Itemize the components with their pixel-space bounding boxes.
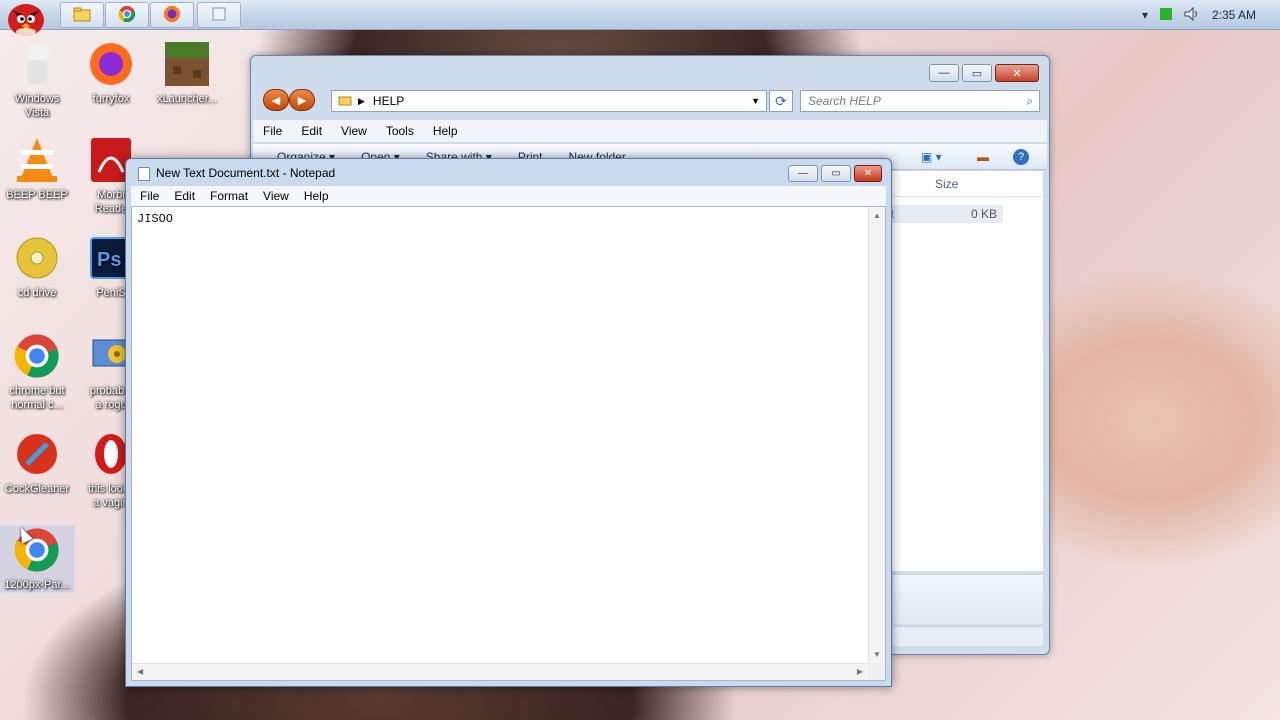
folder-icon (73, 6, 91, 25)
scroll-left-icon[interactable]: ◀ (137, 667, 143, 676)
menu-edit[interactable]: Edit (165, 189, 201, 203)
maximize-button[interactable]: ▭ (962, 64, 992, 82)
vlc-icon (13, 136, 61, 184)
folder-icon (338, 94, 352, 109)
scroll-down-icon[interactable]: ▼ (873, 650, 881, 659)
column-header-size[interactable]: Size (891, 171, 1043, 197)
chevron-right-icon[interactable]: ▶ (358, 96, 365, 107)
icon-label: Vista (24, 107, 50, 119)
help-icon[interactable]: ? (1013, 148, 1029, 165)
refresh-button[interactable]: ⟳ (769, 90, 793, 112)
icon-label: normal c... (11, 399, 63, 411)
firefox-taskbar-button[interactable] (150, 2, 194, 28)
file-size: 0 KB (970, 207, 997, 221)
system-tray: ▾ 2:35 AM (1136, 0, 1280, 30)
scroll-up-icon[interactable]: ▲ (873, 211, 881, 220)
menu-edit[interactable]: Edit (291, 124, 331, 138)
window-title: New Text Document.txt - Notepad (156, 166, 336, 180)
search-placeholder: Search HELP (808, 94, 881, 108)
icon-label: furryfox (92, 93, 130, 105)
explorer-taskbar-button[interactable] (60, 2, 104, 28)
icon-label: chrome but (9, 385, 65, 397)
search-icon: ⌕ (1026, 93, 1033, 108)
minimize-button[interactable]: — (929, 64, 959, 82)
minecraft-icon (163, 40, 211, 88)
notepad-window[interactable]: New Text Document.txt - Notepad — ▭ ✕ Fi… (125, 158, 892, 687)
svg-text:Ps: Ps (97, 249, 121, 271)
icon-label: BEEP BEEP (6, 189, 68, 201)
menu-file[interactable]: File (131, 189, 165, 203)
firefox-icon (163, 5, 181, 26)
desktop-icon-beep-beep[interactable]: BEEP BEEP (0, 136, 74, 202)
scrollbar-corner (868, 663, 885, 680)
minimize-button[interactable]: — (788, 165, 818, 182)
desktop-icon-chrome-but-normal[interactable]: chrome but normal c... (0, 332, 74, 412)
forward-button[interactable]: ▶ (289, 89, 315, 111)
document-text[interactable]: JISOO (137, 212, 173, 226)
scroll-right-icon[interactable]: ▶ (857, 667, 863, 676)
file-list: Size t 0 KB (891, 171, 1043, 571)
file-row[interactable]: t 0 KB (891, 205, 1003, 223)
ccleaner-icon (13, 430, 61, 478)
chrome-icon (118, 5, 136, 26)
clock[interactable]: 2:35 AM (1212, 8, 1256, 22)
desktop-icon-furryfox[interactable]: furryfox (74, 40, 148, 106)
close-button[interactable]: ✕ (995, 64, 1039, 82)
view-options-icon[interactable]: ▣ ▾ (921, 150, 942, 164)
start-button[interactable] (2, 0, 48, 38)
icon-label: Windows (14, 93, 60, 105)
chrome-taskbar-button[interactable] (105, 2, 149, 28)
desktop-icon-1200px-par[interactable]: 1200px-Par... (0, 525, 75, 593)
details-pane (893, 574, 1043, 624)
window-controls: — ▭ ✕ (926, 64, 1039, 82)
close-button[interactable]: ✕ (854, 165, 882, 182)
desktop-icon-cockgleaner[interactable]: CockGleaner (0, 430, 74, 496)
menu-tools[interactable]: Tools (376, 124, 423, 138)
horizontal-scrollbar[interactable]: ◀ ▶ (132, 663, 868, 680)
network-icon[interactable] (1159, 7, 1172, 23)
address-bar[interactable]: ▶ HELP ▼ (331, 90, 767, 112)
menu-view[interactable]: View (331, 124, 376, 138)
icon-label: 1200px-Par... (4, 579, 70, 591)
notepad-taskbar-button[interactable] (197, 2, 241, 28)
menu-help[interactable]: Help (295, 189, 335, 203)
nav-buttons: ◀ ▶ (263, 89, 315, 111)
icon-label: cd drive (17, 287, 57, 299)
notepad-menu-bar: File Edit Format View Help (131, 186, 886, 206)
toilet-icon (13, 40, 61, 88)
column-size-label: Size (935, 176, 959, 191)
chevron-down-icon[interactable]: ▾ (1142, 8, 1148, 22)
chevron-down-icon[interactable]: ▼ (751, 96, 760, 106)
window-controls: — ▭ ✕ (785, 165, 882, 182)
menu-view[interactable]: View (254, 189, 295, 203)
maximize-button[interactable]: ▭ (821, 165, 851, 182)
cd-icon (13, 234, 61, 282)
explorer-menu-bar: File Edit View Tools Help (253, 120, 1047, 142)
menu-format[interactable]: Format (201, 189, 254, 203)
menu-help[interactable]: Help (423, 124, 467, 138)
window-icon (211, 6, 227, 25)
back-button[interactable]: ◀ (263, 89, 289, 111)
menu-file[interactable]: File (253, 124, 291, 138)
preview-pane-icon[interactable]: ▬ (977, 150, 989, 164)
icon-label: xLauncher... (157, 93, 217, 105)
notepad-icon (138, 167, 150, 181)
address-text: HELP (372, 94, 405, 108)
status-bar (893, 626, 1043, 646)
desktop-icon-xlauncher[interactable]: xLauncher... (150, 40, 224, 106)
vertical-scrollbar[interactable]: ▲ ▼ (868, 207, 885, 663)
taskbar: ▾ 2:35 AM (0, 0, 1280, 36)
icon-label: CockGleaner (4, 483, 70, 495)
search-input[interactable]: Search HELP ⌕ (800, 90, 1040, 112)
chrome-icon (13, 332, 61, 380)
volume-icon[interactable] (1184, 6, 1200, 24)
firefox-icon (87, 40, 135, 88)
desktop-icon-windows-vista[interactable]: Windows Vista (0, 40, 74, 120)
desktop-icon-cd-drive[interactable]: cd drive (0, 234, 74, 300)
text-editor[interactable]: JISOO ▲ ▼ ◀ ▶ (131, 206, 886, 681)
refresh-icon: ⟳ (775, 92, 787, 109)
